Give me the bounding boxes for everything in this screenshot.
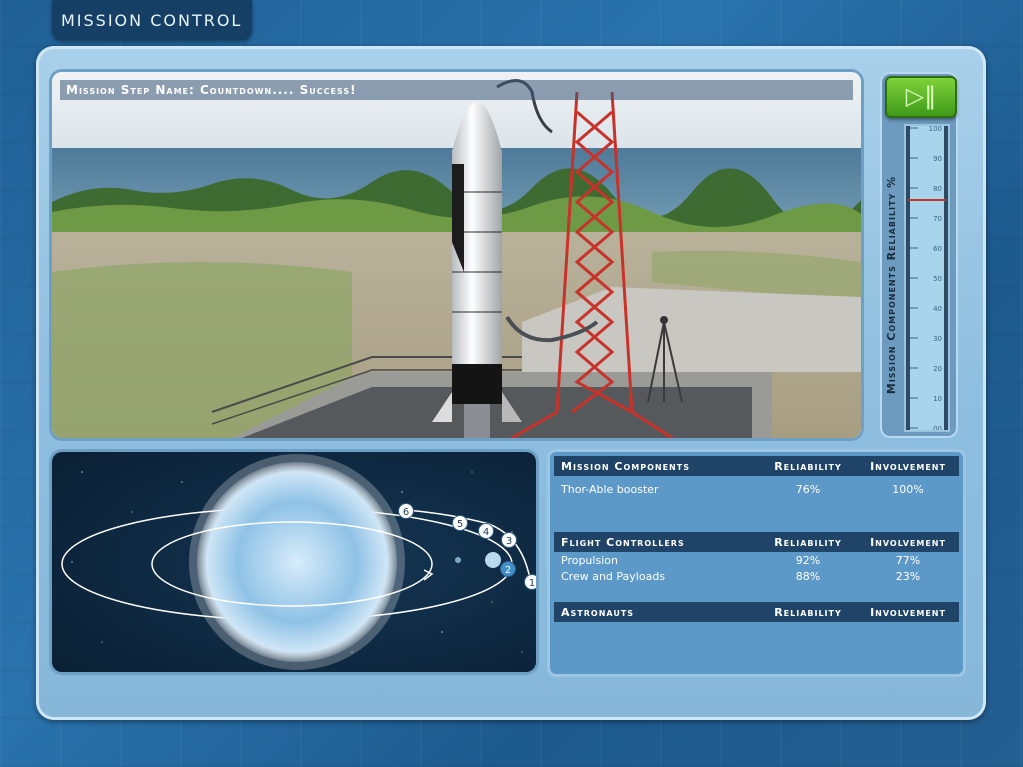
component-name: Thor-Able booster bbox=[561, 483, 659, 496]
flight-controllers-title: Flight Controllers bbox=[561, 536, 685, 549]
svg-text:3: 3 bbox=[506, 536, 512, 547]
gauge-tick-label: 30 bbox=[933, 335, 942, 343]
orbit-step-4[interactable]: 4 bbox=[478, 523, 494, 539]
orbit-step-6[interactable]: 6 bbox=[398, 503, 414, 519]
flight-controllers-header: Flight Controllers Reliability Involveme… bbox=[554, 532, 959, 552]
svg-text:5: 5 bbox=[457, 519, 463, 530]
orbit-step-3[interactable]: 3 bbox=[501, 532, 517, 548]
mission-components-title: Mission Components bbox=[561, 460, 690, 473]
gauge-tick-label: 70 bbox=[933, 215, 942, 223]
mission-orbit-panel: 1 2 3 4 5 6 bbox=[52, 452, 536, 672]
reliability-gauge: 100 90 80 70 60 50 40 30 20 10 00 bbox=[904, 124, 950, 432]
table-row: Thor-Able booster 76% 100% bbox=[554, 482, 959, 498]
svg-text:6: 6 bbox=[403, 507, 409, 518]
astronauts-reliability-header: Reliability bbox=[774, 606, 842, 619]
component-involvement: 100% bbox=[892, 483, 924, 496]
controller-name: Propulsion bbox=[561, 554, 618, 567]
orbit-step-1[interactable]: 1 bbox=[524, 574, 537, 590]
play-pause-icon: ▷‖ bbox=[905, 82, 937, 110]
controller-involvement: 77% bbox=[895, 554, 921, 567]
flight-controllers-involvement-header: Involvement bbox=[870, 536, 946, 549]
gauge-tick-label: 90 bbox=[933, 155, 942, 163]
gauge-tick-label: 20 bbox=[933, 365, 942, 373]
gauge-tick-label: 50 bbox=[933, 275, 942, 283]
table-row: Crew and Payloads 88% 23% bbox=[554, 569, 959, 585]
controller-reliability: 92% bbox=[795, 554, 821, 567]
svg-text:2: 2 bbox=[505, 565, 511, 576]
controller-name: Crew and Payloads bbox=[561, 570, 666, 583]
mission-components-header: Mission Components Reliability Involveme… bbox=[554, 456, 959, 476]
gauge-tick-label: 100 bbox=[929, 126, 942, 133]
gauge-tick-label: 40 bbox=[933, 305, 942, 313]
gauge-tick-label: 60 bbox=[933, 245, 942, 253]
flight-controllers-reliability-header: Reliability bbox=[774, 536, 842, 549]
reliability-gauge-label: Mission Components Reliability % bbox=[885, 175, 898, 395]
svg-text:1: 1 bbox=[529, 578, 535, 589]
mission-components-reliability-header: Reliability bbox=[774, 460, 842, 473]
gauge-tick-label: 80 bbox=[933, 185, 942, 193]
gauge-tick-label: 10 bbox=[933, 395, 942, 403]
astronauts-title: Astronauts bbox=[561, 606, 635, 619]
app-title: Mission Control bbox=[52, 0, 252, 40]
orbit-step-5[interactable]: 5 bbox=[452, 515, 468, 531]
gauge-tick-label: 00 bbox=[933, 425, 942, 430]
mission-step-caption: Mission Step Name: Countdown.... Success… bbox=[60, 80, 853, 100]
controller-reliability: 88% bbox=[795, 570, 821, 583]
svg-text:4: 4 bbox=[483, 527, 489, 538]
astronauts-involvement-header: Involvement bbox=[870, 606, 946, 619]
orbit-step-2[interactable]: 2 bbox=[500, 561, 516, 577]
mission-components-involvement-header: Involvement bbox=[870, 460, 946, 473]
launch-scene-image bbox=[52, 72, 861, 438]
mission-video-panel: Mission Step Name: Countdown.... Success… bbox=[52, 72, 861, 438]
mission-status-panel: Mission Components Reliability Involveme… bbox=[550, 452, 963, 674]
table-row: Propulsion 92% 77% bbox=[554, 553, 959, 569]
component-reliability: 76% bbox=[795, 483, 821, 496]
play-pause-button[interactable]: ▷‖ bbox=[885, 76, 957, 118]
controller-involvement: 23% bbox=[895, 570, 921, 583]
astronauts-header: Astronauts Reliability Involvement bbox=[554, 602, 959, 622]
